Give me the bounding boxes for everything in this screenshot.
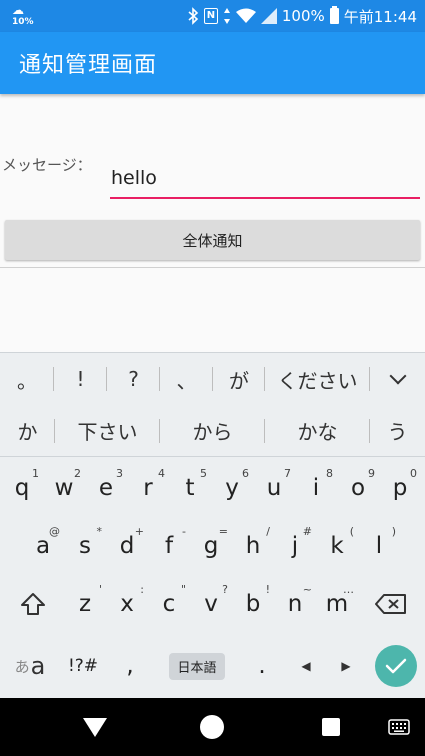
suggestion-item[interactable]: かな xyxy=(265,405,370,457)
enter-key[interactable] xyxy=(368,637,424,695)
suggestion-bar: 。 ! ? 、 が ください xyxy=(0,353,425,405)
backspace-key[interactable] xyxy=(362,575,420,633)
keyboard-icon xyxy=(388,719,410,735)
key-g[interactable]: = g xyxy=(190,517,232,575)
shift-key[interactable] xyxy=(4,575,62,633)
key-y[interactable]: 6y xyxy=(211,459,253,517)
home-button[interactable] xyxy=(197,698,227,756)
signal-icon xyxy=(260,6,277,26)
keyboard-switch-button[interactable] xyxy=(382,698,416,756)
soft-keyboard: 。 ! ? 、 が ください か 下さい から かな う 1q 2w 3e 4r… xyxy=(0,352,425,698)
key-d[interactable]: + d xyxy=(106,517,148,575)
key-q[interactable]: 1q xyxy=(1,459,43,517)
cloud-sun-icon: ☁ xyxy=(12,3,24,17)
key-w[interactable]: 2w xyxy=(43,459,85,517)
key-row-1: 1q 2w 3e 4r 5t 6y 7u 8i 9o 0p xyxy=(0,459,425,517)
key-o[interactable]: 9o xyxy=(337,459,379,517)
key-row-4: あa !?# , 日本語 . ◀ ▶ xyxy=(0,637,425,695)
language-key[interactable]: 日本語 xyxy=(154,637,240,695)
suggestion-item[interactable]: 下さい xyxy=(55,405,160,457)
home-circle-icon xyxy=(200,715,224,739)
backspace-icon xyxy=(375,594,406,614)
chevron-down-icon xyxy=(389,367,406,385)
key-l[interactable]: ) l xyxy=(358,517,400,575)
recents-square-icon xyxy=(322,718,340,736)
battery-icon xyxy=(329,6,339,26)
message-input[interactable] xyxy=(110,165,420,199)
wifi-icon xyxy=(235,6,256,26)
page-title: 通知管理画面 xyxy=(19,53,158,78)
comma-key[interactable]: , xyxy=(108,637,152,695)
key-row-3: ' z :x " c ? v ! b ~ n … m xyxy=(0,575,425,633)
cursor-right-key[interactable]: ▶ xyxy=(326,637,366,695)
suggestion-item[interactable]: ください xyxy=(265,353,370,405)
cursor-left-key[interactable]: ◀ xyxy=(286,637,326,695)
recents-button[interactable] xyxy=(316,698,346,756)
symbols-key[interactable]: !?# xyxy=(58,637,108,695)
navigation-bar xyxy=(0,698,425,756)
suggestion-item[interactable]: う xyxy=(370,405,425,457)
suggestion-item[interactable]: ! xyxy=(54,353,107,405)
battery-percent: 100% xyxy=(281,7,325,25)
key-f[interactable]: -f xyxy=(148,517,190,575)
key-x[interactable]: :x xyxy=(106,575,148,633)
key-h[interactable]: / h xyxy=(232,517,274,575)
bluetooth-icon xyxy=(187,6,199,26)
data-arrows-icon xyxy=(223,6,231,26)
key-c[interactable]: " c xyxy=(148,575,190,633)
suggestion-item[interactable]: ? xyxy=(107,353,160,405)
suggestion-item[interactable]: から xyxy=(160,405,265,457)
period-key[interactable]: . xyxy=(240,637,284,695)
key-r[interactable]: 4r xyxy=(127,459,169,517)
suggestion-item[interactable]: が xyxy=(213,353,265,405)
key-j[interactable]: # j xyxy=(274,517,316,575)
key-z[interactable]: ' z xyxy=(64,575,106,633)
triangle-left-icon: ◀ xyxy=(301,659,311,673)
key-e[interactable]: 3e xyxy=(85,459,127,517)
nfc-icon: N xyxy=(203,6,218,26)
key-s[interactable]: * s xyxy=(64,517,106,575)
key-row-2: @ a * s + d -f = g / h # j (k ) l xyxy=(0,517,425,575)
divider xyxy=(0,267,425,268)
kana-toggle-key[interactable]: あa xyxy=(4,637,56,695)
app-bar: 通知管理画面 xyxy=(0,32,425,94)
suggestion-item[interactable]: か xyxy=(0,405,55,457)
key-u[interactable]: 7u xyxy=(253,459,295,517)
key-i[interactable]: 8i xyxy=(295,459,337,517)
suggestion-item[interactable]: 。 xyxy=(0,353,54,405)
back-triangle-icon xyxy=(83,718,107,737)
enter-button xyxy=(375,645,417,687)
expand-suggestions-button[interactable] xyxy=(370,353,425,405)
key-k[interactable]: (k xyxy=(316,517,358,575)
triangle-right-icon: ▶ xyxy=(341,659,351,673)
key-m[interactable]: … m xyxy=(316,575,358,633)
suggestion-item[interactable]: 、 xyxy=(160,353,213,405)
key-b[interactable]: ! b xyxy=(232,575,274,633)
key-n[interactable]: ~ n xyxy=(274,575,316,633)
clock: 午前11:44 xyxy=(343,7,417,26)
checkmark-icon xyxy=(385,658,407,674)
weather-indicator: ☁ 10% xyxy=(10,3,36,29)
shift-icon xyxy=(21,593,45,615)
key-a[interactable]: @ a xyxy=(22,517,64,575)
back-button[interactable] xyxy=(80,698,110,756)
status-bar: ☁ 10% N 100% 午前11:44 xyxy=(0,0,425,32)
language-label: 日本語 xyxy=(169,652,225,680)
message-label: メッセージ： xyxy=(2,156,92,174)
key-p[interactable]: 0p xyxy=(379,459,421,517)
key-t[interactable]: 5t xyxy=(169,459,211,517)
weather-percent: 10% xyxy=(12,17,34,27)
suggestion-bar-secondary: か 下さい から かな う xyxy=(0,405,425,457)
key-v[interactable]: ? v xyxy=(190,575,232,633)
notify-all-button[interactable]: 全体通知 xyxy=(5,220,420,260)
